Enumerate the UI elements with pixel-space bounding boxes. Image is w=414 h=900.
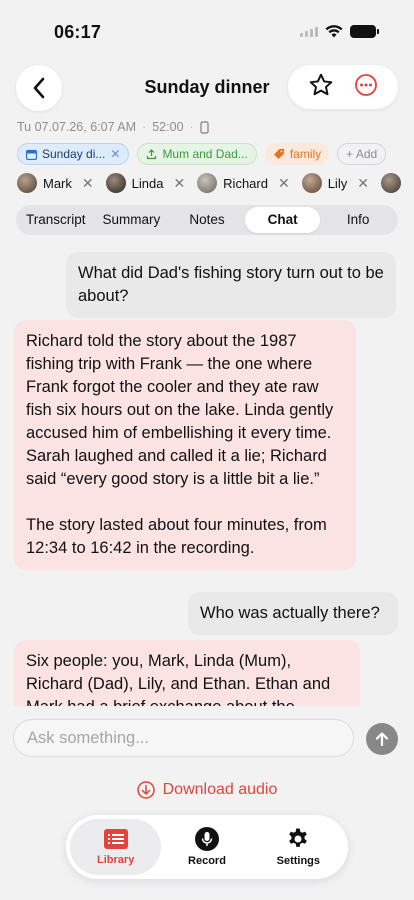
recording-meta: Tu 07.07.26, 6:07 AM · 52:00 ·: [17, 120, 209, 134]
tab-settings-label: Settings: [276, 855, 321, 867]
separator-dot: ·: [189, 120, 194, 134]
phone-icon: [199, 120, 209, 134]
more-icon: [355, 73, 377, 96]
participant-chip[interactable]: Mark ✕: [17, 173, 94, 193]
participant-chip[interactable]: Lily ✕: [301, 173, 369, 193]
tab-notes[interactable]: Notes: [169, 207, 245, 233]
tab-info[interactable]: Info: [320, 207, 396, 233]
ask-bar: [0, 707, 414, 771]
tag-label: Mum and Dad...: [162, 147, 248, 161]
tab-library-label: Library: [97, 854, 135, 866]
favorite-button[interactable]: [308, 72, 334, 103]
star-icon: [309, 73, 333, 95]
microphone-icon: [194, 827, 219, 851]
participant-name: Mark: [43, 175, 72, 191]
ask-input[interactable]: [13, 719, 354, 757]
assistant-message: Six people: you, Mark, Linda (Mum), Rich…: [14, 640, 360, 706]
remove-participant-icon[interactable]: ✕: [173, 175, 185, 192]
remove-participant-icon[interactable]: ✕: [357, 175, 369, 192]
tag-label: Sunday di...: [42, 147, 106, 161]
participant-name: Richard: [223, 175, 268, 191]
status-time: 06:17: [54, 22, 102, 42]
remove-participant-icon[interactable]: ✕: [278, 175, 290, 192]
participant-chip[interactable]: [380, 173, 401, 193]
tab-summary[interactable]: Summary: [94, 207, 170, 233]
download-icon: [136, 781, 155, 799]
tab-record-label: Record: [188, 855, 226, 867]
user-message: What did Dad's fishing story turn out to…: [66, 252, 396, 318]
assistant-message: Richard told the story about the 1987 fi…: [14, 320, 356, 570]
user-message: Who was actually there?: [188, 592, 398, 635]
avatar: [301, 173, 322, 193]
participant-name: Linda: [131, 175, 164, 191]
status-icons: [300, 25, 379, 38]
library-icon: [103, 829, 128, 849]
remove-tag-icon[interactable]: ✕: [110, 147, 120, 161]
avatar: [197, 173, 218, 193]
calendar-icon: [26, 149, 37, 160]
battery-icon: [350, 25, 379, 38]
arrow-up-icon: [375, 732, 389, 747]
tag-shared[interactable]: Mum and Dad...: [137, 143, 257, 165]
tag-row: Sunday di... ✕ Mum and Dad... family + A…: [17, 143, 387, 165]
participant-name: Lily: [327, 175, 348, 191]
download-audio-button[interactable]: Download audio: [0, 781, 414, 799]
separator-dot: ·: [142, 120, 147, 134]
tab-settings[interactable]: Settings: [253, 819, 344, 875]
wifi-icon: [325, 25, 343, 38]
add-tag-button[interactable]: + Add: [337, 143, 387, 165]
download-audio-label: Download audio: [162, 781, 278, 798]
send-button[interactable]: [366, 723, 398, 755]
chat-thread[interactable]: What did Dad's fishing story turn out to…: [0, 248, 414, 706]
tag-label: family: [289, 147, 322, 161]
header-actions: [288, 65, 398, 109]
tag-family[interactable]: family: [264, 143, 330, 165]
tab-transcript[interactable]: Transcript: [18, 207, 94, 233]
view-tabs: Transcript Summary Notes Chat Info: [16, 205, 398, 235]
tab-library[interactable]: Library: [70, 819, 162, 875]
avatar: [380, 173, 401, 193]
gear-icon: [289, 828, 308, 847]
participant-chip[interactable]: Linda ✕: [105, 173, 185, 193]
participant-chip[interactable]: Richard ✕: [197, 173, 290, 193]
tag-icon: [273, 149, 284, 159]
avatar: [17, 173, 37, 193]
avatar: [105, 173, 126, 193]
more-button[interactable]: [354, 73, 378, 102]
tag-calendar-event[interactable]: Sunday di... ✕: [17, 143, 130, 165]
participants-row: Mark ✕ Linda ✕ Richard ✕ Lily ✕: [17, 173, 401, 193]
cellular-signal-icon: [300, 26, 318, 37]
recording-date: Tu 07.07.26, 6:07 AM: [17, 120, 137, 134]
tab-bar: Library Record Settings: [66, 815, 348, 879]
tab-record[interactable]: Record: [161, 819, 252, 875]
status-bar: 06:17: [0, 0, 414, 56]
recording-duration: 52:00: [152, 120, 184, 134]
remove-participant-icon[interactable]: ✕: [82, 175, 94, 192]
share-icon: [147, 148, 157, 159]
tab-chat[interactable]: Chat: [244, 207, 321, 233]
